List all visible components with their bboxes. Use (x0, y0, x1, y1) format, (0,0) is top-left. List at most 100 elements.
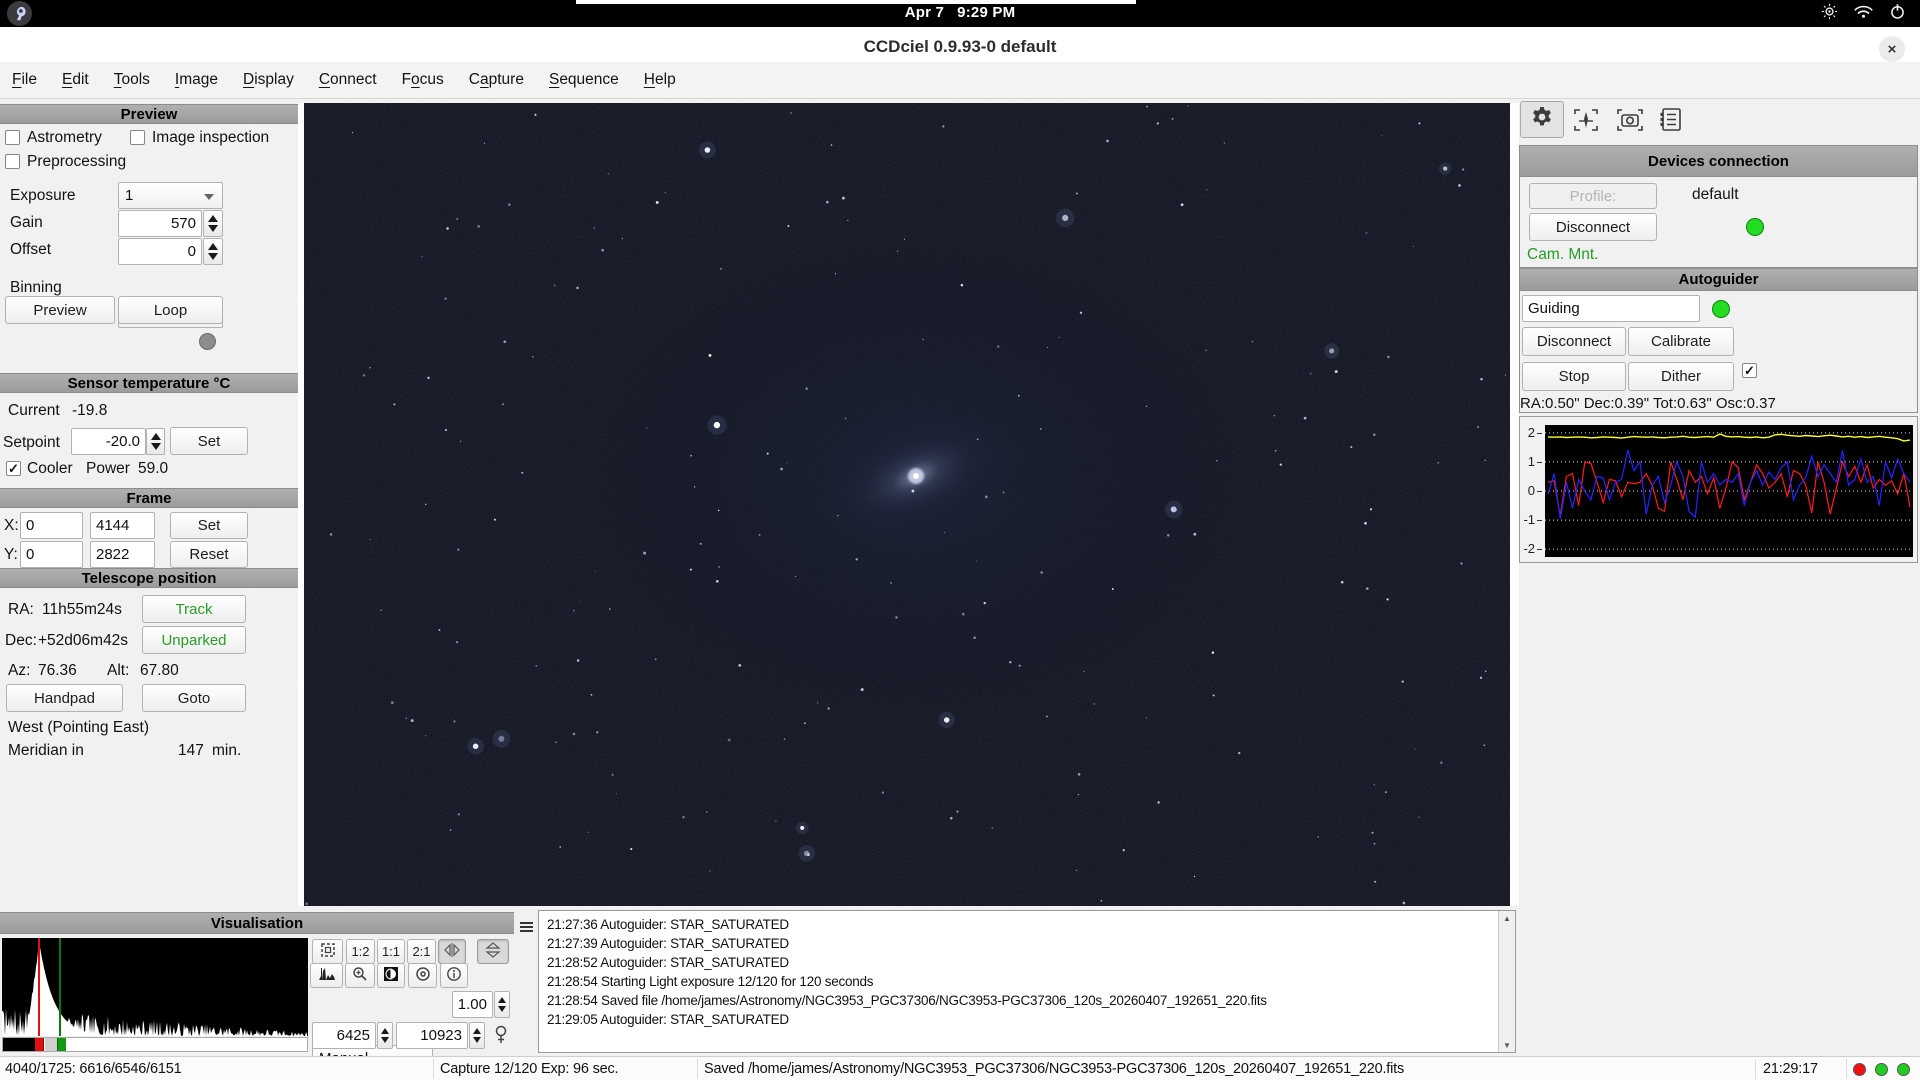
gamma-value: 1.00 (458, 996, 487, 1013)
goto-button[interactable]: Goto (142, 684, 246, 712)
devices-connection-header: Devices connection (1520, 146, 1917, 177)
menu-item-focus[interactable]: Focus (402, 71, 444, 89)
sensor-current-value: -19.8 (72, 402, 107, 420)
info-button[interactable] (440, 963, 468, 988)
gain-field[interactable]: 570 (118, 210, 202, 237)
setpoint-set-button[interactable]: Set (170, 427, 248, 455)
setpoint-spinner[interactable] (146, 428, 165, 455)
setpoint-field[interactable]: -20.0 (71, 428, 146, 455)
graph-y-tick: -1 (1520, 512, 1542, 527)
meridian-value: 147 (178, 742, 204, 760)
frame-reset-button[interactable]: Reset (170, 541, 248, 568)
flip-horizontal-button[interactable] (438, 939, 466, 964)
autoguider-calibrate-button[interactable]: Calibrate (1628, 327, 1734, 356)
black-level-handle[interactable] (35, 1038, 44, 1051)
log-line: 21:28:52 Autoguider: STAR_SATURATED (547, 955, 789, 970)
menu-item-file[interactable]: File (12, 71, 37, 89)
menu-item-capture[interactable]: Capture (469, 71, 524, 89)
gain-spinner[interactable] (203, 210, 223, 237)
menu-item-image[interactable]: Image (175, 71, 218, 89)
zoom-plus-button[interactable] (345, 963, 375, 988)
pier-side-label: West (Pointing East) (8, 719, 149, 737)
zoom-two-button[interactable]: 2:1 (407, 939, 436, 964)
alt-label: Alt: (107, 662, 129, 680)
zoom-one-button[interactable]: 1:1 (377, 939, 405, 964)
unparked-button[interactable]: Unparked (142, 626, 246, 654)
black-level-spinner[interactable] (377, 1022, 393, 1049)
log-scrollbar[interactable]: ▲ ▼ (1498, 911, 1515, 1052)
preprocessing-checkbox[interactable] (5, 154, 20, 169)
autoguider-dither-button[interactable]: Dither (1628, 362, 1734, 391)
menu-item-sequence[interactable]: Sequence (549, 71, 619, 89)
clock-time: 9:29 PM (957, 4, 1015, 21)
astrometry-checkbox[interactable] (5, 130, 20, 145)
white-level-handle[interactable] (57, 1038, 66, 1051)
marker-pin-button[interactable] (494, 1025, 508, 1050)
az-label: Az: (8, 662, 30, 680)
histogram-black-marker[interactable] (38, 938, 40, 1036)
preview-button[interactable]: Preview (5, 296, 115, 324)
hamburger-icon (520, 922, 534, 932)
tab-focus[interactable] (1573, 108, 1599, 132)
clock[interactable]: Apr 7 9:29 PM (0, 4, 1920, 21)
scroll-down-icon[interactable]: ▼ (1499, 1038, 1515, 1052)
zoom-half-button[interactable]: 1:2 (346, 939, 375, 964)
star-profile-icon (1573, 119, 1599, 136)
bullseye-button[interactable] (408, 963, 437, 988)
dec-label: Dec: (5, 632, 37, 650)
tab-devices[interactable] (1520, 101, 1564, 138)
image-inspection-checkbox[interactable] (130, 130, 145, 145)
autoguider-state-field[interactable]: Guiding (1522, 295, 1700, 322)
handpad-button[interactable]: Handpad (6, 684, 123, 712)
frame-width-field[interactable]: 4144 (90, 512, 155, 539)
system-tray[interactable] (1821, 4, 1906, 23)
histogram (2, 938, 308, 1036)
black-level-field[interactable]: 6425 (312, 1022, 376, 1049)
menu-item-edit[interactable]: Edit (62, 71, 89, 89)
histogram-button[interactable] (310, 963, 343, 988)
gamma-spinner[interactable] (494, 991, 510, 1018)
zoom-fit-button[interactable] (312, 939, 343, 964)
menu-item-tools[interactable]: Tools (114, 71, 150, 89)
histogram-range-slider[interactable] (2, 1037, 308, 1052)
track-button[interactable]: Track (142, 595, 246, 623)
scroll-up-icon[interactable]: ▲ (1499, 911, 1515, 925)
slider-track-left (3, 1038, 35, 1051)
dither-checkbox[interactable]: ✓ (1742, 363, 1757, 378)
white-level-field[interactable]: 10923 (396, 1022, 468, 1049)
flip-vertical-button[interactable] (477, 939, 509, 964)
frame-height-field[interactable]: 2822 (90, 541, 155, 568)
offset-field[interactable]: 0 (118, 238, 202, 265)
log-line: 21:29:05 Autoguider: STAR_SATURATED (547, 1012, 789, 1027)
histogram-white-marker[interactable] (59, 938, 61, 1036)
profile-button[interactable]: Profile: (1529, 183, 1657, 209)
power-icon (1889, 3, 1906, 25)
telescope-section-header: Telescope position (0, 568, 298, 588)
window-close-button[interactable]: × (1879, 36, 1905, 62)
invert-button[interactable] (377, 963, 405, 988)
autoguider-disconnect-button[interactable]: Disconnect (1522, 327, 1626, 356)
right-splitter[interactable] (1510, 103, 1519, 906)
loop-button[interactable]: Loop (118, 296, 223, 324)
tab-capture[interactable] (1616, 108, 1644, 132)
frame-x-label: X: (4, 517, 19, 535)
log-menu-handle[interactable] (520, 920, 534, 932)
devices-disconnect-button[interactable]: Disconnect (1529, 213, 1657, 241)
frame-y-field[interactable]: 0 (20, 541, 83, 568)
white-level-spinner[interactable] (469, 1022, 485, 1049)
tab-sequence[interactable] (1659, 107, 1683, 132)
autoguider-stop-button[interactable]: Stop (1522, 362, 1626, 391)
menu-item-connect[interactable]: Connect (319, 71, 377, 89)
frame-set-button[interactable]: Set (170, 512, 248, 539)
exposure-combo[interactable]: 1 (118, 182, 223, 209)
gamma-field[interactable]: 1.00 (452, 991, 493, 1018)
status-led-camera (1853, 1063, 1866, 1076)
offset-spinner[interactable] (203, 238, 223, 265)
image-preview[interactable] (304, 103, 1510, 906)
frame-x-field[interactable]: 0 (20, 512, 83, 539)
menu-item-help[interactable]: Help (644, 71, 676, 89)
menu-item-display[interactable]: Display (243, 71, 294, 89)
cooler-checkbox[interactable]: ✓ (6, 461, 21, 476)
exposure-value: 1 (125, 187, 133, 204)
info-icon (446, 966, 462, 985)
